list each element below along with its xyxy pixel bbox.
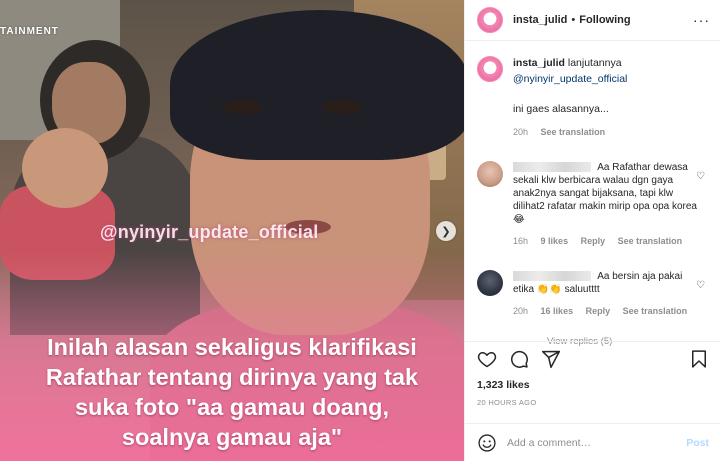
post-header: insta_julid • Following ··· — [465, 0, 720, 41]
comment-item: Aa Rafathar dewasa sekali klw berbicara … — [477, 161, 709, 248]
post-comment-button[interactable]: Post — [686, 437, 709, 449]
see-translation-link[interactable]: See translation — [541, 127, 606, 137]
blurred-username — [513, 271, 591, 282]
likes-count[interactable]: 1,323 likes — [477, 379, 709, 391]
post-media[interactable]: TAINMENT @nyinyir_update_official Inilah… — [0, 0, 464, 461]
comment-time[interactable]: 20h — [513, 306, 528, 316]
blurred-username — [513, 162, 591, 173]
see-translation-link[interactable]: See translation — [618, 236, 683, 246]
caption-time[interactable]: 20h — [513, 127, 528, 137]
watermark-text: @nyinyir_update_official — [100, 222, 319, 242]
heart-icon[interactable]: ♡ — [696, 280, 705, 291]
header-username[interactable]: insta_julid — [513, 14, 567, 26]
boy-cap — [170, 10, 464, 160]
media-caption: Inilah alasan sekaligus klarifikasi Rafa… — [12, 332, 452, 452]
caption-text-2: ini gaes alasannya... — [513, 103, 609, 115]
caption-line: soalnya gamau aja" — [121, 424, 343, 450]
next-media-button[interactable]: ❯ — [436, 221, 456, 241]
mention-link[interactable]: @nyinyir_update_official — [513, 73, 627, 85]
caption-line: Rafathar tentang dirinya yang tak — [45, 364, 419, 390]
boy-left-eye — [222, 100, 262, 114]
more-options-icon[interactable]: ··· — [693, 12, 710, 28]
caption-text: lanjutannya — [567, 57, 622, 69]
bookmark-icon[interactable] — [689, 349, 709, 369]
following-button[interactable]: Following — [579, 14, 630, 26]
chevron-right-icon: ❯ — [441, 225, 451, 238]
channel-logo-text: TAINMENT — [0, 26, 59, 37]
heart-icon[interactable] — [477, 349, 497, 369]
boy-right-eye — [322, 100, 362, 114]
reply-button[interactable]: Reply — [581, 236, 606, 246]
avatar[interactable] — [477, 270, 503, 296]
post-side-panel: insta_julid • Following ··· insta_julid … — [464, 0, 720, 461]
action-bar: 1,323 likes 20 HOURS AGO — [465, 341, 720, 407]
separator-dot: • — [571, 14, 576, 26]
comment-likes[interactable]: 9 likes — [541, 236, 569, 246]
share-icon[interactable] — [541, 349, 561, 369]
comment-item: Aa bersin aja pakai etika 👏👏 saluutttt 2… — [477, 270, 709, 318]
comment-input[interactable] — [507, 436, 687, 449]
heart-icon[interactable]: ♡ — [696, 171, 705, 182]
comment-likes[interactable]: 16 likes — [541, 306, 574, 316]
emoji-icon[interactable] — [477, 433, 497, 453]
see-translation-link[interactable]: See translation — [623, 306, 688, 316]
comment-icon[interactable] — [509, 349, 529, 369]
avatar[interactable] — [477, 56, 503, 82]
caption-line: suka foto "aa gamau doang, — [74, 394, 390, 420]
caption-username[interactable]: insta_julid — [513, 57, 565, 69]
add-comment-bar: Post — [465, 423, 720, 461]
reply-button[interactable]: Reply — [586, 306, 611, 316]
comments-list[interactable]: insta_julid lanjutannya @nyinyir_update_… — [465, 42, 720, 347]
caption-line: Inilah alasan sekaligus klarifikasi — [47, 334, 417, 360]
avatar[interactable] — [477, 7, 503, 33]
comment-time[interactable]: 16h — [513, 236, 528, 246]
baby-face — [22, 128, 108, 208]
post-caption: insta_julid lanjutannya @nyinyir_update_… — [477, 56, 709, 139]
post-timestamp: 20 HOURS AGO — [477, 398, 537, 407]
avatar[interactable] — [477, 161, 503, 187]
